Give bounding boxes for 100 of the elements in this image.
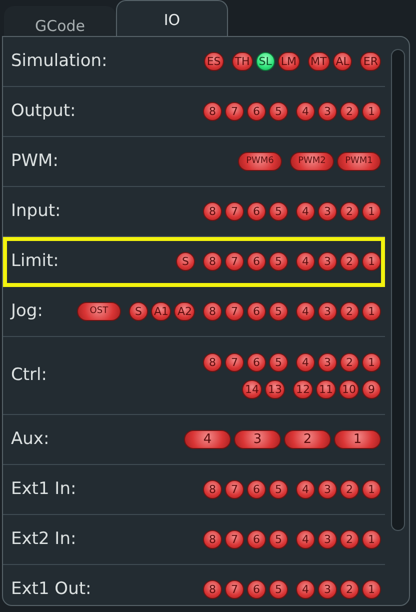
row-label: Input: [11, 200, 61, 223]
indicator-led: 6 [247, 202, 266, 221]
indicator-led: 3 [318, 580, 337, 599]
indicator-led: 2 [340, 580, 359, 599]
row-label: Ext1 In: [11, 478, 76, 501]
indicator-led: 1 [362, 202, 381, 221]
indicator-led: 8 [203, 480, 222, 499]
row-label: Ext1 Out: [11, 578, 92, 601]
indicator-led: 2 [340, 252, 359, 271]
indicator-led: ER [360, 52, 381, 71]
indicator-led: 5 [269, 202, 288, 221]
indicator-led: 4 [296, 202, 315, 221]
indicator-led: PWM2 [290, 152, 334, 171]
indicator-led: 2 [284, 430, 331, 449]
indicator-led: 8 [203, 530, 222, 549]
indicator-led: 3 [318, 352, 337, 372]
row-label: PWM: [11, 150, 58, 173]
row-label: Aux: [11, 428, 50, 451]
indicator-led: 9 [362, 380, 381, 398]
indicator-led: 8 [203, 302, 222, 321]
indicator-led: 2 [340, 202, 359, 221]
indicator-led: 14 [242, 380, 262, 398]
indicator-led: 2 [340, 102, 359, 121]
indicator-led: 4 [296, 352, 315, 372]
row-label: Ext2 In: [11, 528, 76, 551]
indicator-led: 7 [225, 102, 244, 121]
indicator-led: S [176, 252, 195, 271]
indicator-led: 6 [247, 352, 266, 372]
indicator-led: 7 [225, 480, 244, 499]
tab[interactable]: IO [116, 0, 228, 36]
indicator-led: 8 [203, 352, 222, 372]
indicator-led: 5 [269, 102, 288, 121]
indicator-led: 12 [293, 380, 313, 398]
indicator-led: 7 [225, 202, 244, 221]
indicator-led: 1 [362, 480, 381, 499]
indicator-led: MT [308, 52, 330, 71]
indicator-led: 7 [225, 530, 244, 549]
indicator-led: LM [278, 52, 300, 71]
indicator-led: 8 [203, 102, 222, 121]
indicator-led: 7 [225, 352, 244, 372]
indicator-led: 7 [225, 252, 244, 271]
indicator-led: A2 [174, 302, 195, 321]
indicator-led: 2 [340, 530, 359, 549]
indicator-led: 2 [340, 480, 359, 499]
row-label: Ctrl: [11, 364, 47, 387]
indicator-led: 10 [339, 380, 359, 398]
tab[interactable]: GCode [4, 6, 116, 36]
indicator-led: 1 [334, 430, 381, 449]
indicator-led: 4 [296, 580, 315, 599]
indicator-led: 3 [234, 430, 281, 449]
indicator-led: 4 [296, 480, 315, 499]
indicator-led: 5 [269, 480, 288, 499]
indicator-led: 1 [362, 352, 381, 372]
indicator-led: 2 [340, 302, 359, 321]
indicator-led: 5 [269, 352, 288, 372]
indicator-led: 2 [340, 352, 359, 372]
indicator-led: 5 [269, 252, 288, 271]
indicator-led: 8 [203, 252, 222, 271]
indicator-led: TH [232, 52, 253, 71]
indicator-led: SL [256, 52, 275, 71]
indicator-led: 3 [318, 480, 337, 499]
indicator-led: AL [332, 52, 352, 71]
row-label: Output: [11, 100, 76, 123]
indicator-led: 6 [247, 302, 266, 321]
indicator-led: 4 [296, 302, 315, 321]
indicator-led: 7 [225, 302, 244, 321]
indicator-led: 8 [203, 202, 222, 221]
indicator-led: A1 [150, 302, 172, 321]
indicator-led: 3 [318, 302, 337, 321]
indicator-led: 11 [316, 380, 336, 398]
indicator-led: 13 [265, 380, 285, 398]
row-label: Simulation: [11, 50, 108, 73]
indicator-led: 6 [247, 580, 266, 599]
row-label: Limit: [11, 250, 59, 273]
indicator-led: 6 [247, 102, 266, 121]
scrollbar[interactable] [391, 49, 405, 531]
indicator-led: 8 [203, 580, 222, 599]
indicator-led: S [128, 302, 148, 321]
indicator-led: ES [204, 52, 224, 71]
indicator-led: 1 [362, 252, 381, 271]
indicator-led: PWM6 [238, 152, 282, 171]
indicator-led: 1 [362, 102, 381, 121]
indicator-led: 7 [225, 580, 244, 599]
indicator-led: 5 [269, 580, 288, 599]
indicator-led: 3 [318, 252, 337, 271]
indicator-led: 4 [184, 430, 231, 449]
indicator-led: PWM1 [337, 152, 381, 171]
indicator-led: 3 [318, 102, 337, 121]
indicator-led: 6 [247, 480, 266, 499]
indicator-led: 4 [296, 252, 315, 271]
indicator-led: 4 [296, 530, 315, 549]
indicator-led: 4 [296, 102, 315, 121]
indicator-led: 1 [362, 302, 381, 321]
row-label: Jog: [11, 300, 43, 323]
indicator-led: 6 [247, 530, 266, 549]
indicator-led: 1 [362, 580, 381, 599]
indicator-led: OST [76, 302, 121, 321]
indicator-led: 3 [318, 202, 337, 221]
indicator-led: 3 [318, 530, 337, 549]
indicator-led: 1 [362, 530, 381, 549]
